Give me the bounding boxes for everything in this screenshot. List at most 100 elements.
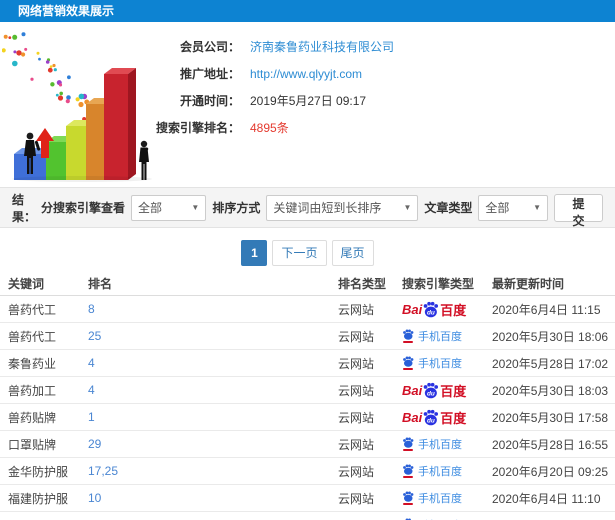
rank-link[interactable]: 10 — [88, 491, 338, 505]
baidu-pc-logo-icon: Bai du 百度 — [402, 301, 467, 318]
table-row: 兽药代工 8 云网站 Bai du 百度 2020年6月4日 11:15 — [0, 296, 615, 323]
table-row: 秦鲁药业 4 云网站 手机百度 2020年5月28日 17:02 — [0, 350, 615, 377]
updated-time-cell: 2020年5月28日 17:02 — [492, 356, 609, 371]
baidu-mobile-logo-icon: 手机百度 — [402, 490, 462, 506]
baidu-paw-icon — [402, 491, 414, 505]
rank-link[interactable]: 4 — [88, 356, 338, 370]
info-row-rank-count: 搜索引擎排名： 4895条 — [148, 114, 608, 141]
header-updated: 最新更新时间 — [492, 276, 565, 291]
company-label: 会员公司： — [179, 40, 240, 54]
sort-label: 排序方式 — [212, 201, 261, 215]
results-table: 关键词 排名 排名类型 搜索引擎类型 最新更新时间 兽药代工 8 云网站 Bai… — [0, 271, 615, 520]
baidu-paw-icon — [402, 464, 414, 478]
rank-link[interactable]: 29 — [88, 437, 338, 451]
table-row: 兽药加工 4 云网站 Bai du 百度 2020年5月30日 18:03 — [0, 377, 615, 404]
chevron-down-icon: ▼ — [533, 203, 541, 212]
bar-red — [104, 68, 136, 180]
rank-type-cell: 云网站 — [338, 491, 375, 506]
header-keyword: 关键词 — [8, 276, 45, 291]
engine-type-cell: 手机百度 — [402, 463, 492, 479]
table-row: 金华防护服 17,25 云网站 手机百度 2020年6月20日 09:25 — [0, 458, 615, 485]
table-row: 福建防护服 10 云网站 手机百度 2020年6月4日 11:10 — [0, 485, 615, 512]
keyword-cell: 福建防护服 — [8, 491, 69, 506]
info-row-open-time: 开通时间： 2019年5月27日 09:17 — [148, 87, 608, 114]
table-row: 手机百度 — [0, 512, 615, 520]
baidu-mobile-logo-icon: 手机百度 — [402, 328, 462, 344]
last-page-button[interactable]: 尾页 — [331, 240, 374, 266]
article-type-select[interactable]: 全部 ▼ — [478, 194, 548, 221]
chevron-down-icon: ▼ — [403, 203, 412, 212]
info-row-url: 推广地址： http://www.qlyyjt.com — [148, 60, 608, 87]
member-info: 会员公司： 济南秦鲁药业科技有限公司 推广地址： http://www.qlyy… — [148, 33, 608, 141]
rank-type-cell: 云网站 — [338, 302, 375, 317]
baidu-paw-icon — [402, 329, 414, 343]
keyword-cell: 兽药代工 — [8, 302, 57, 317]
keyword-cell: 兽药贴牌 — [8, 410, 57, 425]
updated-time-cell: 2020年6月20日 09:25 — [492, 464, 609, 479]
filter-bar: 结果： 分搜索引擎查看 全部 ▼ 排序方式 关键词由短到长排序 ▼ 文章类型 全… — [0, 187, 615, 228]
sort-selected: 关键词由短到长排序 — [273, 201, 382, 215]
baidu-mobile-logo-icon: 手机百度 — [402, 436, 462, 452]
keyword-cell: 口罩贴牌 — [8, 437, 57, 452]
next-page-button[interactable]: 下一页 — [272, 240, 327, 266]
rank-count-value: 4895条 — [250, 121, 289, 135]
baidu-pc-logo-icon: Bai du 百度 — [402, 409, 467, 426]
updated-time-cell: 2020年5月30日 18:03 — [492, 383, 609, 398]
updated-time-cell: 2020年6月4日 11:10 — [492, 491, 601, 506]
header-rank-type: 排名类型 — [338, 276, 387, 291]
rank-link[interactable]: 1 — [88, 410, 338, 424]
baidu-pc-logo-icon: Bai du 百度 — [402, 382, 467, 399]
baidu-mobile-logo-icon: 手机百度 — [402, 463, 462, 479]
table-row: 兽药贴牌 1 云网站 Bai du 百度 2020年5月30日 17:58 — [0, 404, 615, 431]
updated-time-cell: 2020年5月30日 17:58 — [492, 410, 609, 425]
page-button-current[interactable]: 1 — [241, 240, 268, 266]
engine-view-select[interactable]: 全部 ▼ — [130, 194, 207, 221]
rank-link[interactable]: 4 — [88, 383, 338, 397]
rank-type-cell: 云网站 — [338, 410, 375, 425]
page: 网络营销效果展示 会员公司： 济南秦鲁药业科技有限公司 推广地址： http:/… — [0, 0, 615, 520]
sort-select[interactable]: 关键词由短到长排序 ▼ — [266, 194, 419, 221]
baidu-paw-icon — [402, 437, 414, 451]
pagination: 1 下一页 尾页 — [0, 240, 615, 266]
baidu-paw-icon: du — [423, 301, 439, 317]
engine-type-cell: Bai du 百度 — [402, 408, 492, 427]
svg-text:du: du — [427, 309, 435, 316]
keyword-cell: 兽药代工 — [8, 329, 57, 344]
updated-time-cell: 2020年6月4日 11:15 — [492, 302, 601, 317]
thinking-man-figure — [139, 140, 149, 180]
svg-text:du: du — [427, 417, 435, 424]
rank-count-label: 搜索引擎排名： — [155, 121, 240, 135]
table-header-row: 关键词 排名 排名类型 搜索引擎类型 最新更新时间 — [0, 271, 615, 296]
rank-type-cell: 云网站 — [338, 437, 375, 452]
keyword-cell: 兽药加工 — [8, 383, 57, 398]
engine-type-cell: Bai du 百度 — [402, 300, 492, 319]
open-time-value: 2019年5月27日 09:17 — [250, 94, 367, 108]
table-row: 口罩贴牌 29 云网站 手机百度 2020年5月28日 16:55 — [0, 431, 615, 458]
page-title: 网络营销效果展示 — [0, 0, 615, 22]
rank-link[interactable]: 25 — [88, 329, 338, 343]
baidu-paw-icon: du — [423, 409, 439, 425]
updated-time-cell: 2020年5月30日 18:06 — [492, 329, 609, 344]
engine-view-selected: 全部 — [137, 201, 162, 215]
keyword-cell: 秦鲁药业 — [8, 356, 57, 371]
rank-link[interactable]: 17,25 — [88, 464, 338, 478]
updated-time-cell: 2020年5月28日 16:55 — [492, 437, 609, 452]
rank-link[interactable]: 8 — [88, 302, 338, 316]
promo-url-label: 推广地址： — [179, 67, 240, 81]
confetti-dots — [1, 32, 90, 122]
company-link[interactable]: 济南秦鲁药业科技有限公司 — [250, 38, 394, 55]
filter-controls: 分搜索引擎查看 全部 ▼ 排序方式 关键词由短到长排序 ▼ 文章类型 全部 ▼ … — [40, 193, 603, 228]
engine-type-cell: 手机百度 — [402, 328, 492, 344]
rank-type-cell: 云网站 — [338, 329, 375, 344]
rank-type-cell: 云网站 — [338, 464, 375, 479]
keyword-cell: 金华防护服 — [8, 464, 69, 479]
rank-type-cell: 云网站 — [338, 356, 375, 371]
svg-text:du: du — [427, 390, 435, 397]
submit-button[interactable]: 提交 — [553, 193, 603, 228]
baidu-paw-icon: du — [423, 382, 439, 398]
engine-type-cell: 手机百度 — [402, 436, 492, 452]
rank-type-cell: 云网站 — [338, 383, 375, 398]
engine-view-label: 分搜索引擎查看 — [40, 201, 125, 215]
promo-url-link[interactable]: http://www.qlyyjt.com — [250, 67, 362, 81]
table-row: 兽药代工 25 云网站 手机百度 2020年5月30日 18:06 — [0, 323, 615, 350]
